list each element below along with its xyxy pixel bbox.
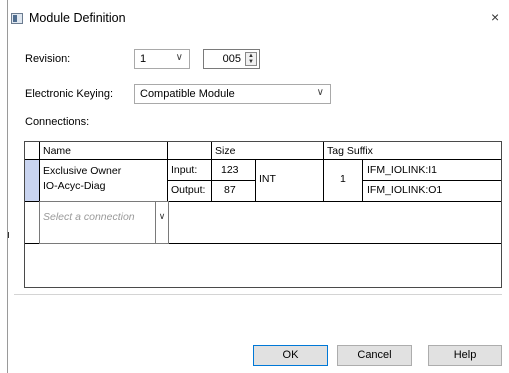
cancel-button[interactable]: Cancel — [337, 345, 412, 366]
output-size[interactable]: 87 — [224, 184, 236, 196]
revision-label: Revision: — [25, 53, 71, 65]
select-connection-placeholder: Select a connection — [43, 211, 135, 223]
separator — [14, 294, 502, 295]
header-size: Size — [215, 145, 236, 157]
connections-grid: Name Size Tag Suffix Exclusive Owner IO-… — [24, 141, 502, 288]
input-size[interactable]: 123 — [221, 164, 239, 176]
connection-name-line1: Exclusive Owner — [43, 165, 122, 177]
input-tag: IFM_IOLINK:I1 — [367, 164, 438, 176]
connection-name-line2: IO-Acyc-Diag — [43, 180, 106, 192]
output-label: Output: — [171, 184, 206, 196]
connections-label: Connections: — [25, 116, 90, 128]
revision-major-select[interactable]: 1 ∨ — [134, 49, 190, 69]
size-type: INT — [259, 173, 276, 185]
help-button[interactable]: Help — [428, 345, 502, 366]
revision-minor-value: 005 — [222, 53, 241, 65]
tag-count: 1 — [340, 173, 346, 185]
electronic-keying-label: Electronic Keying: — [25, 88, 114, 100]
electronic-keying-value: Compatible Module — [140, 88, 235, 100]
row-selector[interactable] — [25, 160, 39, 201]
electronic-keying-select[interactable]: Compatible Module ∨ — [134, 84, 331, 104]
left-window-edge — [7, 0, 9, 373]
revision-minor-spinner[interactable]: 005 ▲ ▼ — [203, 49, 260, 69]
input-label: Input: — [171, 164, 198, 176]
spin-arrows-icon[interactable]: ▲ ▼ — [245, 52, 257, 66]
chevron-down-icon[interactable]: ∨ — [155, 202, 168, 243]
output-tag: IFM_IOLINK:O1 — [367, 184, 443, 196]
module-window-icon — [11, 13, 23, 24]
header-name: Name — [43, 145, 72, 157]
window-title: Module Definition — [29, 11, 126, 25]
revision-major-value: 1 — [140, 53, 147, 65]
chevron-down-icon: ∨ — [316, 87, 324, 98]
close-icon[interactable]: × — [491, 9, 499, 25]
ok-button[interactable]: OK — [253, 345, 328, 366]
header-tag-suffix: Tag Suffix — [327, 145, 373, 157]
chevron-down-icon: ∨ — [175, 52, 183, 63]
select-connection-dropdown[interactable]: Select a connection ∨ — [39, 201, 169, 244]
